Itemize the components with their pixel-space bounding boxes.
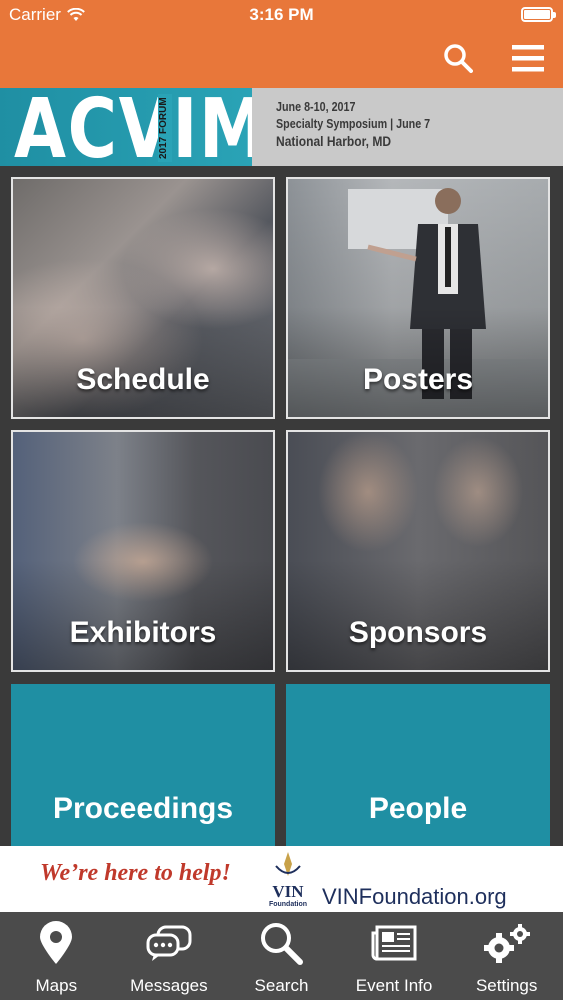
tab-maps[interactable]: Maps [0,912,113,1000]
tile-exhibitors[interactable]: Exhibitors [11,430,275,672]
tile-label: Exhibitors [69,616,217,649]
tab-bar: Maps Messages Search Event Info Settings [0,912,563,1000]
tab-label: Messages [130,976,208,995]
acvim-logo: ACVIM 2017 FORUM [0,88,252,166]
tab-label: Maps [35,976,78,995]
battery-icon [521,7,556,22]
menu-button[interactable] [493,36,563,80]
ad-tagline: We’re here to help! [40,860,231,886]
tile-people[interactable]: People [286,684,550,846]
logo-subtitle: 2017 FORUM [158,94,172,162]
logo-text: ACVIM [14,88,252,166]
tab-search[interactable]: Search [225,912,338,1000]
vin-logo-text: VIN [272,882,304,901]
vin-foundation-logo: VIN Foundation [269,852,307,908]
gears-icon [483,924,530,963]
top-bar: Carrier 3:16 PM [0,0,563,88]
event-location: National Harbor, MD [276,133,392,149]
newspaper-icon [371,925,417,961]
tab-event-info[interactable]: Event Info [338,912,451,1000]
tile-sponsors[interactable]: Sponsors [286,430,550,672]
tile-label: Posters [362,363,474,396]
status-bar: Carrier 3:16 PM [0,0,563,30]
tile-label: Proceedings [52,792,234,825]
tab-messages[interactable]: Messages [113,912,226,1000]
tile-proceedings[interactable]: Proceedings [11,684,275,846]
event-symposium: Specialty Symposium | June 7 [276,117,431,131]
tile-label: People [368,792,468,825]
search-button[interactable] [423,36,493,80]
tile-posters[interactable]: Posters [286,177,550,419]
tile-label: Sponsors [348,616,488,649]
tile-label: Schedule [76,363,210,396]
hamburger-menu-icon [512,45,544,72]
clock: 3:16 PM [249,5,314,24]
messages-icon [146,925,192,961]
search-icon [261,923,304,965]
event-dates: June 8-10, 2017 [276,100,356,114]
map-pin-icon [40,921,73,964]
event-info: June 8-10, 2017 Specialty Symposium | Ju… [276,99,455,150]
event-banner: ACVIM 2017 FORUM June 8-10, 2017 Special… [0,88,563,166]
tab-settings[interactable]: Settings [450,912,563,1000]
tab-label: Settings [475,976,538,995]
tab-label: Search [254,976,309,995]
ad-site: VINFoundation.org [322,884,507,909]
search-icon [444,44,473,73]
ad-banner[interactable]: We’re here to help! VIN Foundation VINFo… [0,846,563,912]
vin-logo-subtext: Foundation [269,901,307,908]
tile-schedule[interactable]: Schedule [11,177,275,419]
tab-label: Event Info [355,976,433,995]
